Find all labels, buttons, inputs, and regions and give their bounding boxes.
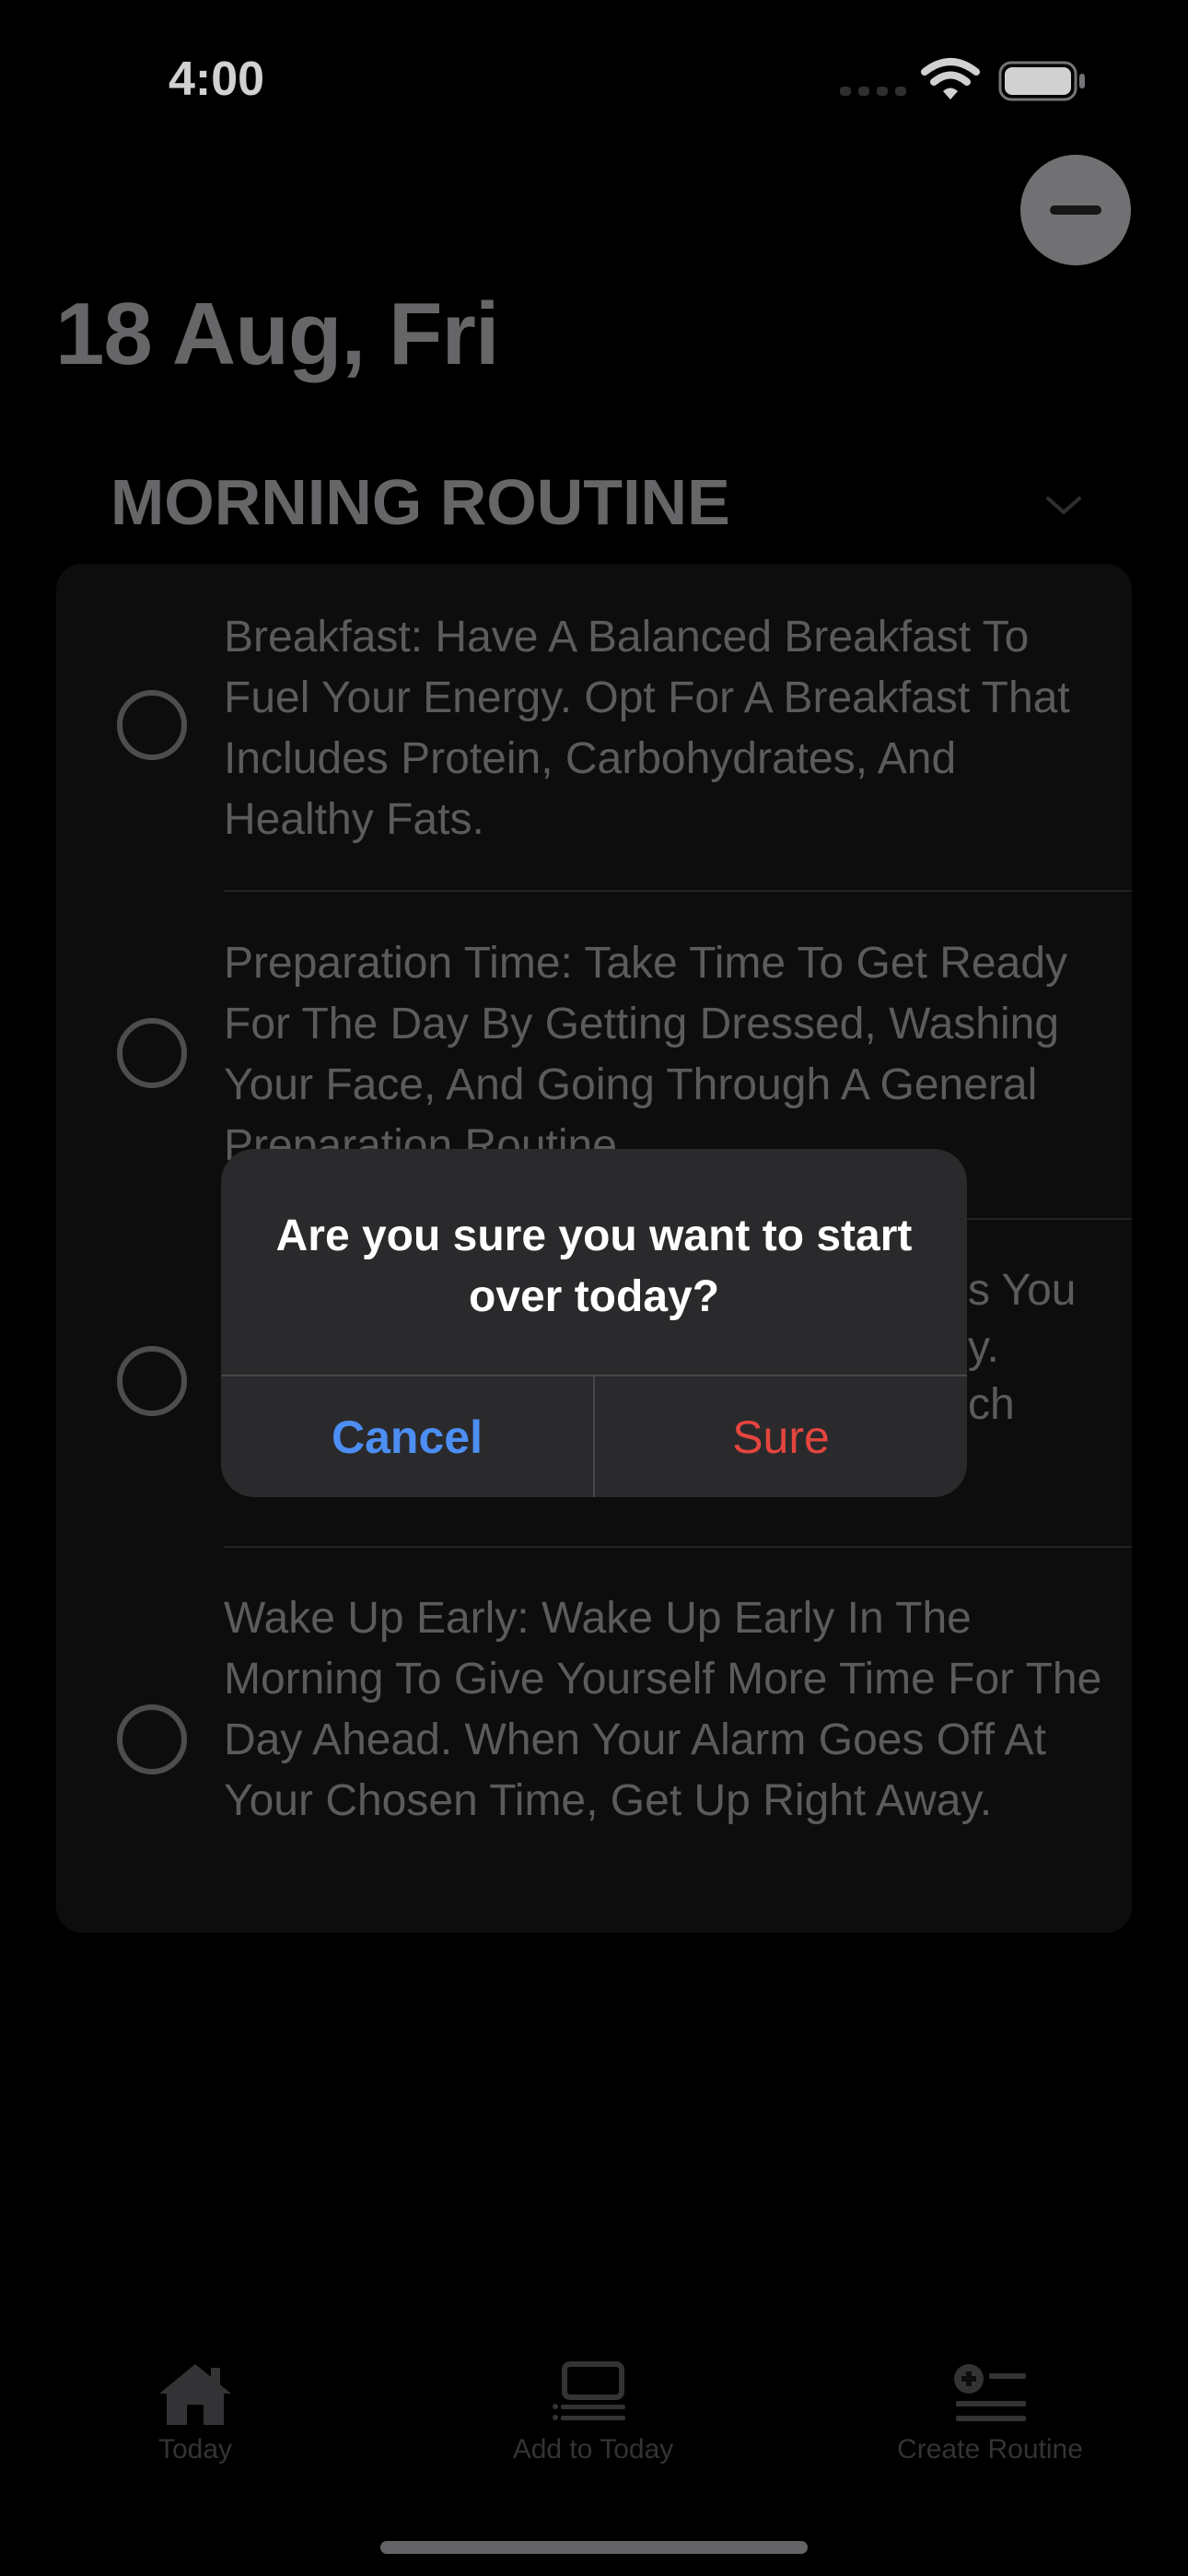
sure-button[interactable]: Sure — [595, 1376, 967, 1497]
cancel-button[interactable]: Cancel — [221, 1376, 593, 1497]
alert-message: Are you sure you want to start over toda… — [275, 1212, 913, 1321]
start-over-alert: Are you sure you want to start over toda… — [221, 1149, 967, 1497]
